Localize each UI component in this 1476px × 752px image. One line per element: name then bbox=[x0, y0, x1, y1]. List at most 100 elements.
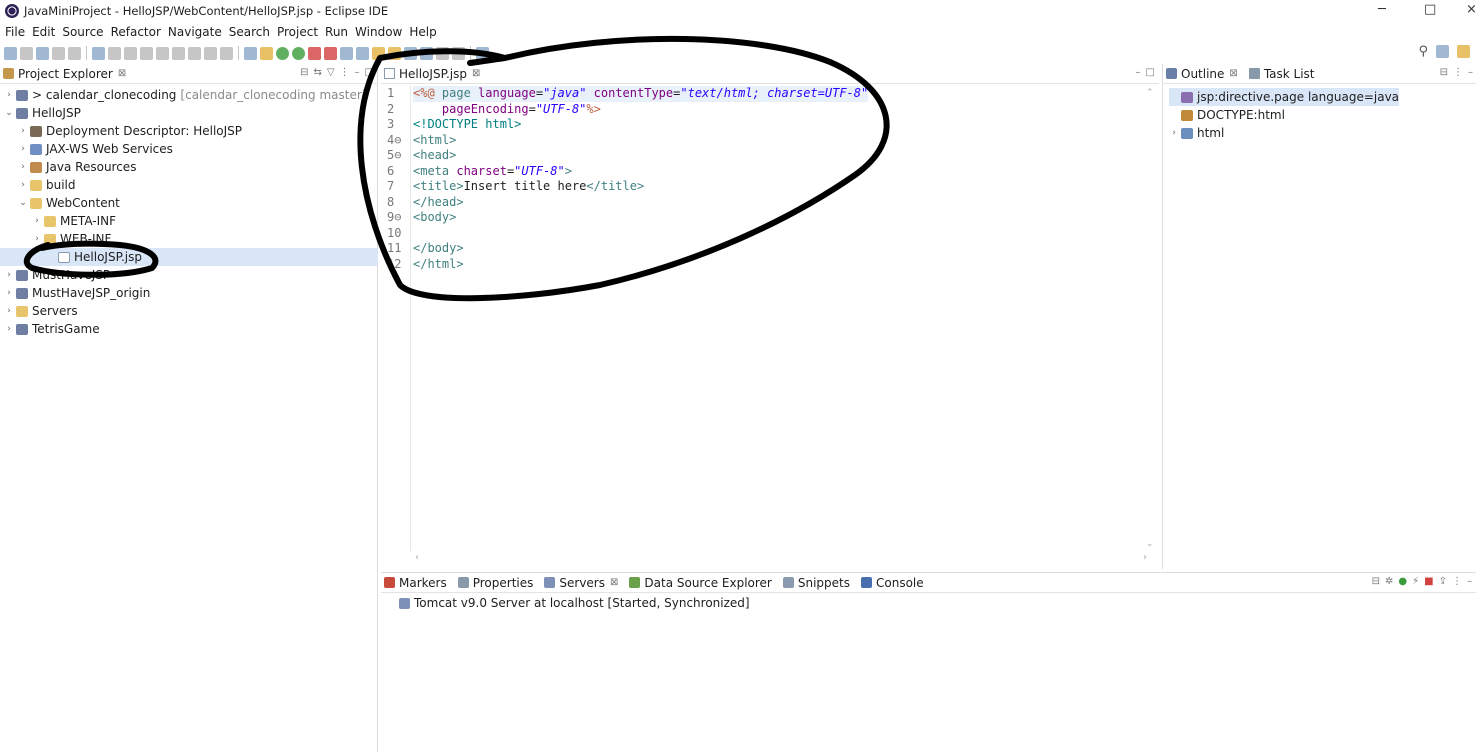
menu-navigate[interactable]: Navigate bbox=[168, 25, 222, 39]
publish-icon[interactable]: ⇪ bbox=[1439, 576, 1447, 587]
collapse-all-icon[interactable]: ⊟ bbox=[1440, 67, 1448, 78]
tree-item[interactable]: › TetrisGame bbox=[0, 320, 378, 338]
tree-item[interactable]: › MustHaveJSP_origin bbox=[0, 284, 378, 302]
step-return-icon[interactable] bbox=[220, 46, 233, 60]
expand-icon[interactable]: › bbox=[1169, 128, 1179, 138]
mark-occurrences-icon[interactable] bbox=[260, 46, 273, 60]
code-editor[interactable]: 1 2 3 4⊖ 5⊖ 6 7 8 9⊖ 10 11 12 <%@ page language = "ja… bbox=[381, 86, 1141, 551]
annotation-icon[interactable] bbox=[420, 46, 433, 60]
filter-icon[interactable]: ▽ bbox=[327, 67, 335, 78]
coverage-icon[interactable] bbox=[324, 46, 337, 60]
expand-icon[interactable]: › bbox=[4, 270, 14, 280]
collapse-icon[interactable]: ⌄ bbox=[18, 198, 28, 208]
tree-item[interactable]: ⌄ HelloJSP bbox=[0, 104, 378, 122]
expand-icon[interactable]: › bbox=[4, 324, 14, 334]
maximize-view-icon[interactable]: □ bbox=[365, 67, 374, 78]
menu-file[interactable]: File bbox=[5, 25, 25, 39]
tree-item[interactable]: › build bbox=[0, 176, 378, 194]
debug-icon[interactable] bbox=[276, 46, 289, 60]
tab-hellojsp[interactable]: HelloJSP.jsp ⊠ bbox=[381, 67, 480, 81]
skip-breakpoints-icon[interactable] bbox=[108, 46, 121, 60]
pin-editor-icon[interactable] bbox=[476, 46, 489, 60]
expand-icon[interactable]: › bbox=[4, 288, 14, 298]
tree-item[interactable]: ⌄ WebContent bbox=[0, 194, 378, 212]
forward-icon[interactable] bbox=[452, 46, 465, 60]
view-menu-icon[interactable]: ⋮ bbox=[1453, 67, 1463, 78]
stop-server-icon[interactable]: ■ bbox=[1424, 576, 1433, 587]
expand-icon[interactable]: › bbox=[4, 306, 14, 316]
maximize-view-icon[interactable]: □ bbox=[1146, 67, 1155, 78]
close-button[interactable]: × bbox=[1466, 2, 1476, 17]
expand-icon[interactable]: › bbox=[4, 90, 14, 100]
scroll-left-icon[interactable]: ‹ bbox=[415, 552, 419, 563]
tab-console[interactable]: Console bbox=[858, 576, 924, 590]
disconnect-icon[interactable] bbox=[172, 46, 185, 60]
search-icon[interactable]: ⚲ bbox=[1418, 44, 1428, 59]
new-class-icon[interactable] bbox=[372, 46, 385, 60]
profile-server-icon[interactable]: ⚡ bbox=[1412, 576, 1419, 587]
tree-item[interactable]: › > calendar_clonecoding [calendar_cloneco… bbox=[0, 86, 378, 104]
search-tool-icon[interactable] bbox=[404, 46, 417, 60]
scroll-up-icon[interactable]: ⌃ bbox=[1146, 88, 1154, 98]
tree-item[interactable]: › Java Resources bbox=[0, 158, 378, 176]
new-java-project-icon[interactable] bbox=[340, 46, 353, 60]
outline-item[interactable]: › html bbox=[1169, 124, 1399, 142]
expand-icon[interactable]: › bbox=[18, 162, 28, 172]
menu-refactor[interactable]: Refactor bbox=[111, 25, 161, 39]
outline-item[interactable]: jsp:directive.page language=java bbox=[1169, 88, 1400, 106]
external-tools-icon[interactable] bbox=[308, 46, 321, 60]
terminate-icon[interactable] bbox=[156, 46, 169, 60]
tab-task-list[interactable]: Task List bbox=[1246, 67, 1315, 81]
close-tab-icon[interactable]: ⊠ bbox=[472, 68, 480, 79]
code-text[interactable]: <%@ page language = "java" contentType = "te… bbox=[413, 86, 869, 272]
scroll-right-icon[interactable]: › bbox=[1143, 552, 1147, 563]
tree-item[interactable]: › JAX-WS Web Services bbox=[0, 140, 378, 158]
save-all-icon[interactable] bbox=[68, 46, 81, 60]
new-dropdown-icon[interactable] bbox=[20, 46, 33, 60]
expand-icon[interactable]: › bbox=[18, 126, 28, 136]
expand-icon[interactable]: › bbox=[18, 180, 28, 190]
horizontal-scrollbar[interactable]: ‹ › bbox=[411, 551, 1151, 567]
menu-window[interactable]: Window bbox=[355, 25, 402, 39]
expand-icon[interactable]: › bbox=[18, 144, 28, 154]
view-menu-icon[interactable]: ⋮ bbox=[1452, 576, 1462, 587]
tree-item[interactable]: HelloJSP.jsp bbox=[0, 248, 378, 266]
step-into-icon[interactable] bbox=[188, 46, 201, 60]
tab-servers[interactable]: Servers ⊠ bbox=[541, 576, 618, 590]
maximize-button[interactable]: □ bbox=[1424, 2, 1436, 17]
terminal-icon[interactable] bbox=[92, 46, 105, 60]
menu-edit[interactable]: Edit bbox=[32, 25, 55, 39]
menu-run[interactable]: Run bbox=[325, 25, 348, 39]
minimize-view-icon[interactable]: – bbox=[355, 67, 360, 78]
tab-outline[interactable]: Outline ⊠ bbox=[1163, 67, 1238, 81]
tab-data-source-explorer[interactable]: Data Source Explorer bbox=[626, 576, 772, 590]
menu-project[interactable]: Project bbox=[277, 25, 318, 39]
collapse-icon[interactable]: ⌄ bbox=[4, 108, 14, 118]
menu-source[interactable]: Source bbox=[62, 25, 103, 39]
vertical-scrollbar[interactable]: ⌃ ⌄ bbox=[1141, 86, 1159, 551]
start-server-icon[interactable]: ● bbox=[1398, 576, 1407, 587]
server-row[interactable]: Tomcat v9.0 Server at localhost [Started… bbox=[399, 594, 750, 612]
tree-item[interactable]: › META-INF bbox=[0, 212, 378, 230]
collapse-all-icon[interactable]: ⊟ bbox=[1372, 576, 1380, 587]
collapse-all-icon[interactable]: ⊟ bbox=[300, 67, 308, 78]
minimize-view-icon[interactable]: – bbox=[1467, 576, 1472, 587]
minimize-view-icon[interactable]: – bbox=[1468, 67, 1473, 78]
outline-item[interactable]: DOCTYPE:html bbox=[1169, 106, 1399, 124]
expand-icon[interactable]: › bbox=[32, 234, 42, 244]
menu-search[interactable]: Search bbox=[229, 25, 270, 39]
tab-snippets[interactable]: Snippets bbox=[780, 576, 850, 590]
minimize-button[interactable]: ─ bbox=[1378, 2, 1386, 17]
new-icon[interactable] bbox=[4, 46, 17, 60]
close-tab-icon[interactable]: ⊠ bbox=[1229, 68, 1237, 79]
expand-icon[interactable]: › bbox=[32, 216, 42, 226]
open-type-icon[interactable] bbox=[36, 46, 49, 60]
minimize-view-icon[interactable]: – bbox=[1136, 67, 1141, 78]
debug-server-icon[interactable]: ✲ bbox=[1385, 576, 1393, 587]
close-tab-icon[interactable]: ⊠ bbox=[610, 577, 618, 588]
run-icon[interactable] bbox=[292, 46, 305, 60]
tree-item[interactable]: › Deployment Descriptor: HelloJSP bbox=[0, 122, 378, 140]
tree-item[interactable]: › MustHaveJSP bbox=[0, 266, 378, 284]
save-icon[interactable] bbox=[52, 46, 65, 60]
toggle-block-icon[interactable] bbox=[244, 46, 257, 60]
